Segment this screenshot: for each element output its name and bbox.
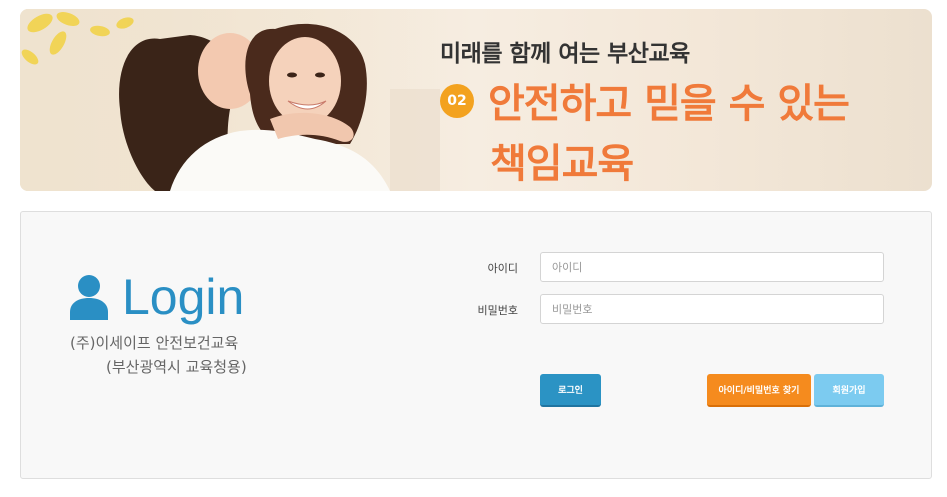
id-label: 아이디 — [487, 262, 518, 275]
signup-button[interactable]: 회원가입 — [814, 374, 884, 407]
login-button[interactable]: 로그인 — [540, 374, 601, 407]
banner-headline-line2: 책임교육 — [490, 141, 634, 187]
login-title: Login — [122, 269, 245, 325]
banner-subtitle: 미래를 함께 여는 부산교육 — [440, 41, 690, 67]
banner-headline-line1: 안전하고 믿을 수 있는 — [488, 81, 850, 127]
id-input[interactable] — [540, 252, 884, 282]
login-heading: Login — [68, 267, 244, 327]
banner-number-badge: 02 — [440, 84, 474, 118]
find-id-password-button[interactable]: 아이디/비밀번호 찾기 — [707, 374, 811, 407]
user-icon — [70, 275, 108, 320]
password-input[interactable] — [540, 294, 884, 324]
org-name: (주)이세이프 안전보건교육 — [70, 334, 239, 352]
login-panel: Login (주)이세이프 안전보건교육 (부산광역시 교육청용) 아이디 비밀… — [20, 211, 932, 479]
promo-banner: 미래를 함께 여는 부산교육 02 안전하고 믿을 수 있는 책임교육 — [20, 9, 932, 191]
org-subtitle: (부산광역시 교육청용) — [106, 358, 247, 376]
banner-photo-mother-daughter — [20, 9, 440, 191]
password-label: 비밀번호 — [477, 304, 518, 317]
